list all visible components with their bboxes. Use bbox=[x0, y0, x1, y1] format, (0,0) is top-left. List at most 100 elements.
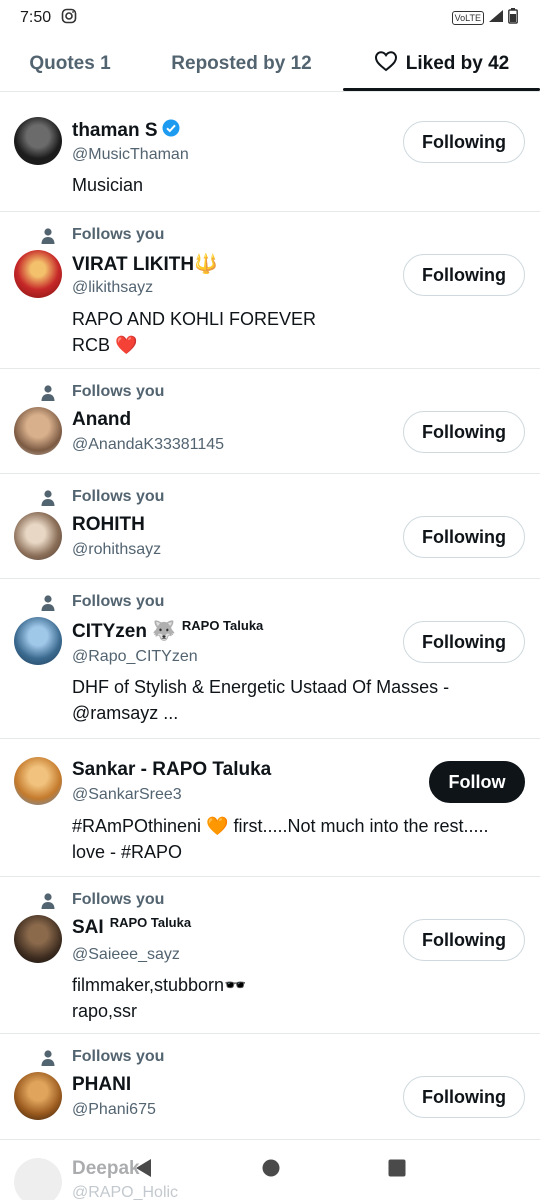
user-row[interactable]: Follows you PHANI @Phani675 Following bbox=[0, 1034, 540, 1140]
follows-you-label: Follows you bbox=[41, 1048, 165, 1066]
battery-icon bbox=[508, 7, 518, 29]
user-row[interactable]: Follows you SAI RAPO Taluka @Saieee_sayz… bbox=[0, 877, 540, 1034]
tab-liked[interactable]: Liked by 42 bbox=[343, 36, 540, 91]
avatar[interactable] bbox=[14, 915, 62, 963]
user-name-row[interactable]: PHANI bbox=[72, 1074, 131, 1096]
avatar[interactable] bbox=[14, 117, 62, 165]
user-name: SAI bbox=[72, 917, 104, 938]
person-icon bbox=[41, 490, 55, 506]
user-handle: @likithsayz bbox=[72, 279, 154, 296]
user-name-row[interactable]: CITYzen 🐺 RAPO Taluka bbox=[72, 617, 264, 643]
following-button[interactable]: Following bbox=[403, 919, 525, 961]
user-bio: RAPO AND KOHLI FOREVER RCB ❤️ bbox=[72, 306, 510, 358]
active-tab-indicator bbox=[343, 88, 540, 91]
person-icon bbox=[41, 228, 55, 244]
status-time: 7:50 bbox=[20, 9, 52, 26]
avatar[interactable] bbox=[14, 407, 62, 455]
following-button[interactable]: Following bbox=[403, 516, 525, 558]
person-icon bbox=[41, 385, 55, 401]
user-row[interactable]: Follows you VIRAT LIKITH🔱 @likithsayz RA… bbox=[0, 212, 540, 369]
follow-button[interactable]: Follow bbox=[429, 761, 525, 803]
bio-line: DHF of Stylish & Energetic Ustaad Of Mas… bbox=[72, 677, 450, 697]
recents-icon[interactable] bbox=[387, 1158, 407, 1183]
user-list: thaman S @MusicThaman Musician Following… bbox=[0, 99, 540, 1140]
avatar[interactable] bbox=[14, 250, 62, 298]
user-name: thaman S bbox=[72, 120, 158, 141]
tab-quotes[interactable]: Quotes 1 bbox=[0, 36, 140, 91]
user-row[interactable]: thaman S @MusicThaman Musician Following bbox=[0, 99, 540, 212]
volte-badge: VoLTE bbox=[451, 11, 484, 25]
bio-line: rapo,ssr bbox=[72, 1001, 138, 1021]
user-row[interactable]: Follows you Anand @AnandaK33381145 Follo… bbox=[0, 369, 540, 474]
following-button[interactable]: Following bbox=[403, 121, 525, 163]
user-row[interactable]: Follows you ROHITH @rohithsayz Following bbox=[0, 474, 540, 579]
bio-line: filmmaker,stubborn🕶️ bbox=[72, 975, 247, 995]
user-handle: @Phani675 bbox=[72, 1101, 156, 1118]
person-icon bbox=[41, 1050, 55, 1066]
user-name: VIRAT LIKITH🔱 bbox=[72, 254, 218, 275]
user-name-tag: RAPO Taluka bbox=[109, 914, 192, 930]
status-bar: 7:50 VoLTE bbox=[0, 0, 540, 36]
follows-you-text: Follows you bbox=[72, 593, 165, 610]
user-handle: @SankarSree3 bbox=[72, 786, 182, 803]
avatar[interactable] bbox=[14, 757, 62, 805]
tab-bar: Quotes 1 Reposted by 12 Liked by 42 bbox=[0, 36, 540, 92]
user-name-tag: RAPO Taluka bbox=[181, 617, 264, 633]
user-name-row[interactable]: Sankar - RAPO Taluka bbox=[72, 759, 271, 781]
avatar[interactable] bbox=[14, 1072, 62, 1120]
follows-you-label: Follows you bbox=[41, 593, 165, 611]
user-name: Sankar - RAPO Taluka bbox=[72, 759, 272, 780]
heart-icon bbox=[374, 50, 398, 78]
user-name: PHANI bbox=[72, 1074, 132, 1095]
user-bio: Musician bbox=[72, 172, 510, 198]
user-name-row[interactable]: ROHITH bbox=[72, 514, 145, 536]
bio-line: RCB ❤️ bbox=[72, 335, 138, 355]
follows-you-label: Follows you bbox=[41, 226, 165, 244]
user-name: CITYzen 🐺 bbox=[72, 621, 176, 642]
user-row[interactable]: Sankar - RAPO Taluka @SankarSree3 #RAmPO… bbox=[0, 739, 540, 877]
following-button[interactable]: Following bbox=[403, 411, 525, 453]
avatar[interactable] bbox=[14, 617, 62, 665]
user-name: Anand bbox=[72, 409, 132, 430]
tab-liked-label: Liked by 42 bbox=[405, 52, 510, 74]
bio-line: love - #RAPO bbox=[72, 842, 183, 862]
follows-you-text: Follows you bbox=[72, 1048, 165, 1065]
user-handle: @Saieee_sayz bbox=[72, 946, 180, 963]
tab-quotes-label: Quotes 1 bbox=[29, 52, 111, 74]
home-icon[interactable] bbox=[261, 1158, 281, 1183]
user-handle: @rohithsayz bbox=[72, 541, 162, 558]
bio-line: @ramsayz ... bbox=[72, 703, 179, 723]
user-name-row[interactable]: thaman S bbox=[72, 119, 180, 143]
instagram-icon bbox=[61, 8, 77, 29]
user-row[interactable]: Follows you CITYzen 🐺 RAPO Taluka @Rapo_… bbox=[0, 579, 540, 739]
follows-you-label: Follows you bbox=[41, 891, 164, 909]
following-button[interactable]: Following bbox=[403, 1076, 525, 1118]
user-handle: @AnandaK33381145 bbox=[72, 436, 225, 453]
user-bio: #RAmPOthineni 🧡 first.....Not much into … bbox=[72, 813, 510, 865]
user-name-row[interactable]: SAI RAPO Taluka bbox=[72, 914, 192, 939]
bio-line: #RAmPOthineni 🧡 first.....Not much into … bbox=[72, 816, 489, 836]
tab-reposted-label: Reposted by 12 bbox=[171, 52, 312, 74]
back-icon[interactable] bbox=[133, 1157, 155, 1184]
user-name-row[interactable]: VIRAT LIKITH🔱 bbox=[72, 252, 218, 276]
person-icon bbox=[41, 893, 55, 909]
follows-you-text: Follows you bbox=[72, 226, 165, 243]
following-button[interactable]: Following bbox=[403, 254, 525, 296]
user-handle: @Rapo_CITYzen bbox=[72, 648, 198, 665]
signal-icon bbox=[488, 9, 504, 28]
bio-line: Musician bbox=[72, 175, 144, 195]
user-handle: @MusicThaman bbox=[72, 146, 189, 163]
avatar[interactable] bbox=[14, 512, 62, 560]
user-bio: DHF of Stylish & Energetic Ustaad Of Mas… bbox=[72, 674, 510, 726]
following-button[interactable]: Following bbox=[403, 621, 525, 663]
user-bio: filmmaker,stubborn🕶️ rapo,ssr bbox=[72, 972, 510, 1024]
verified-badge-icon bbox=[162, 119, 180, 143]
person-icon bbox=[41, 595, 55, 611]
tab-reposted[interactable]: Reposted by 12 bbox=[140, 36, 343, 91]
system-nav-bar bbox=[0, 1140, 540, 1200]
user-name-row[interactable]: Anand bbox=[72, 409, 131, 431]
follows-you-text: Follows you bbox=[72, 488, 165, 505]
follows-you-text: Follows you bbox=[72, 383, 165, 400]
bio-line: RAPO AND KOHLI FOREVER bbox=[72, 309, 317, 329]
follows-you-label: Follows you bbox=[41, 488, 165, 506]
